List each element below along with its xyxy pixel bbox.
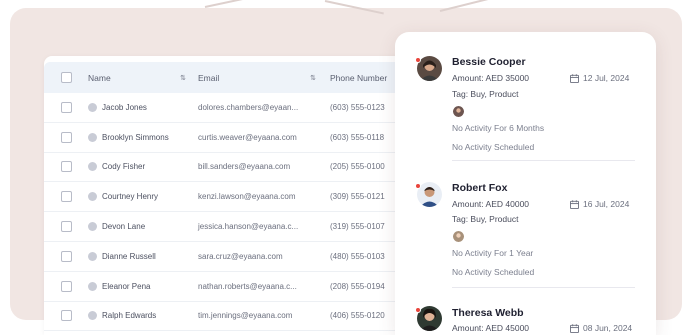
last-activity: No Activity For 1 Year <box>452 248 534 258</box>
select-all-checkbox[interactable] <box>60 72 72 83</box>
contact-date: 08 Jun, 2024 <box>570 323 632 333</box>
contact-email: sara.cruz@eyaana.com <box>198 251 283 261</box>
row-checkbox[interactable] <box>60 250 72 262</box>
contact-name: Eleanor Pena <box>102 281 151 291</box>
sort-icon[interactable]: ⇅ <box>180 74 186 82</box>
row-checkbox[interactable] <box>60 131 72 143</box>
avatar-icon <box>88 251 97 261</box>
avatar-icon <box>88 102 97 112</box>
contact-email: curtis.weaver@eyaana.com <box>198 132 297 142</box>
avatar-icon <box>88 222 97 232</box>
contact-name: Brooklyn Simmons <box>102 132 169 142</box>
table-row[interactable]: Brooklyn Simmons curtis.weaver@eyaana.co… <box>44 123 424 153</box>
contact-email: bill.sanders@eyaana.com <box>198 162 291 172</box>
calendar-icon <box>570 323 579 333</box>
sort-icon[interactable]: ⇅ <box>310 74 316 82</box>
divider <box>452 160 635 161</box>
contact-tags: Tag: Buy, Product <box>452 214 519 224</box>
assignee-avatar <box>453 106 464 117</box>
contact-email: jessica.hanson@eyaana.c... <box>198 222 299 232</box>
row-checkbox[interactable] <box>60 191 72 203</box>
contact-amount: Amount: AED 40000 <box>452 199 530 209</box>
contact-name: Jacob Jones <box>102 102 147 112</box>
status-dot <box>415 307 421 313</box>
contact-name: Theresa Webb <box>452 307 524 319</box>
table-row[interactable]: Devon Lane jessica.hanson@eyaana.c... (3… <box>44 212 424 242</box>
contact-name: Cody Fisher <box>102 162 146 172</box>
divider <box>452 287 635 288</box>
avatar-icon <box>88 192 97 202</box>
contact-date: 12 Jul, 2024 <box>570 73 629 83</box>
row-checkbox[interactable] <box>60 161 72 173</box>
contact-email: tim.jennings@eyaana.com <box>198 311 293 321</box>
calendar-icon <box>570 73 579 83</box>
contact-amount: Amount: AED 45000 <box>452 323 530 333</box>
avatar-icon <box>88 132 97 142</box>
assignee-avatar <box>453 231 464 242</box>
table-header: Name ⇅ Email ⇅ Phone Number <box>44 62 424 93</box>
scheduled-activity: No Activity Scheduled <box>452 267 535 277</box>
contact-date: 16 Jul, 2024 <box>570 199 629 209</box>
contact-name: Devon Lane <box>102 222 146 232</box>
avatar-icon <box>88 311 97 321</box>
avatar-icon <box>88 162 97 172</box>
table-row[interactable]: Cody Fisher bill.sanders@eyaana.com (205… <box>44 153 424 183</box>
contact-email: dolores.chambers@eyaan... <box>198 102 299 112</box>
decorative-line <box>204 0 255 8</box>
contacts-table: Name ⇅ Email ⇅ Phone Number Jacob Jones … <box>44 56 424 335</box>
scheduled-activity: No Activity Scheduled <box>452 142 535 152</box>
row-checkbox[interactable] <box>60 310 72 322</box>
contact-name: Bessie Cooper <box>452 56 526 68</box>
contact-tags: Tag: Buy, Product <box>452 89 519 99</box>
column-header-name[interactable]: Name ⇅ <box>88 73 196 83</box>
status-dot <box>415 183 421 189</box>
row-checkbox[interactable] <box>60 280 72 292</box>
table-row[interactable]: Ralph Edwards tim.jennings@eyaana.com (4… <box>44 302 424 332</box>
calendar-icon <box>570 199 579 209</box>
contact-name: Ralph Edwards <box>102 311 157 321</box>
contact-amount: Amount: AED 35000 <box>452 73 530 83</box>
contact-activity-card: Bessie Cooper Amount: AED 35000 12 Jul, … <box>395 32 656 335</box>
contact-name: Robert Fox <box>452 182 508 194</box>
contact-name: Dianne Russell <box>102 251 156 261</box>
table-body: Jacob Jones dolores.chambers@eyaan... (6… <box>44 93 424 332</box>
contact-email: nathan.roberts@eyaana.c... <box>198 281 297 291</box>
row-checkbox[interactable] <box>60 221 72 233</box>
table-row[interactable]: Courtney Henry kenzi.lawson@eyaana.com (… <box>44 182 424 213</box>
last-activity: No Activity For 6 Months <box>452 123 545 133</box>
contact-email: kenzi.lawson@eyaana.com <box>198 192 296 202</box>
status-dot <box>415 57 421 63</box>
table-row[interactable]: Eleanor Pena nathan.roberts@eyaana.c... … <box>44 272 424 302</box>
table-row[interactable]: Jacob Jones dolores.chambers@eyaan... (6… <box>44 93 424 123</box>
row-checkbox[interactable] <box>60 101 72 113</box>
column-header-email[interactable]: Email ⇅ <box>196 73 326 83</box>
contact-name: Courtney Henry <box>102 192 159 202</box>
table-row[interactable]: Dianne Russell sara.cruz@eyaana.com (480… <box>44 242 424 272</box>
avatar-icon <box>88 281 97 291</box>
